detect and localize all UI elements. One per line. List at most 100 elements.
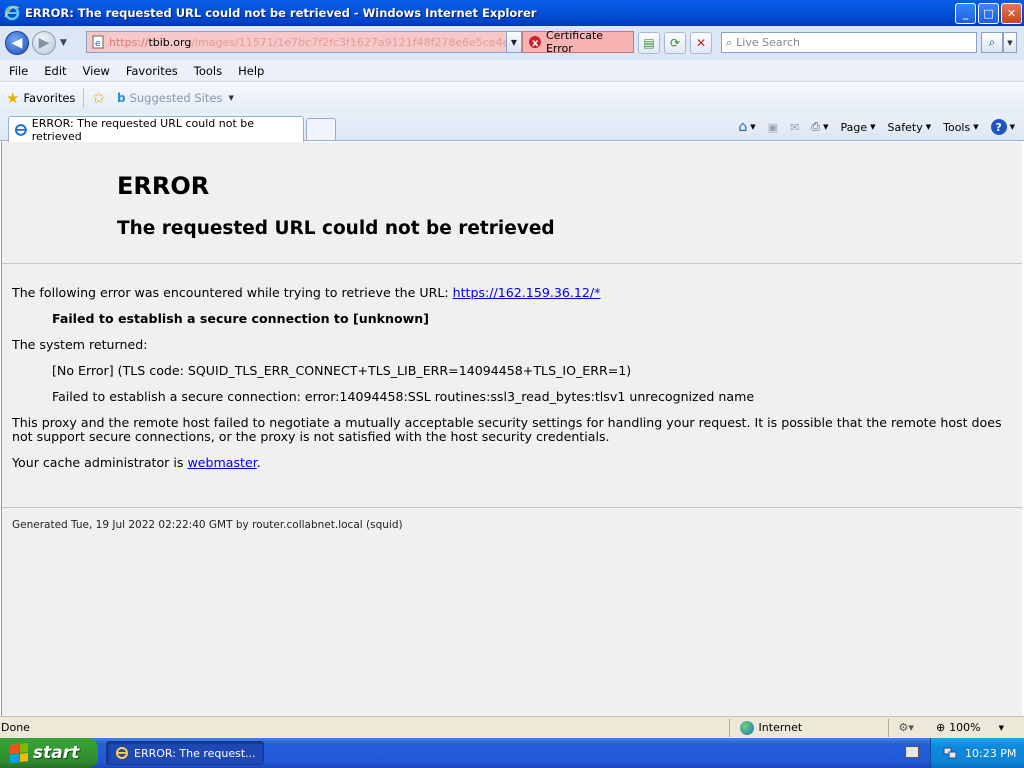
page-menu-button[interactable]: Page ▼ <box>838 121 879 134</box>
new-tab-button[interactable] <box>306 118 336 140</box>
refresh-button[interactable]: ⟳ <box>664 32 686 54</box>
tools-menu-label: Tools <box>943 120 971 134</box>
menu-view[interactable]: View <box>76 64 117 78</box>
admin-text: Your cache administrator is <box>12 455 188 470</box>
language-bar-icon[interactable] <box>905 746 919 758</box>
intro-text: The following error was encountered whil… <box>12 285 453 300</box>
help-menu-button[interactable]: ? ▼ <box>988 119 1018 135</box>
tab-title: ERROR: The requested URL could not be re… <box>31 116 255 143</box>
compatibility-icon: ▤ <box>643 36 655 50</box>
safety-menu-button[interactable]: Safety ▼ <box>885 121 935 134</box>
add-favorites-icon[interactable]: ✩ <box>92 89 105 107</box>
favorites-button[interactable]: ★ Favorites <box>6 89 75 107</box>
task-label: ERROR: The request... <box>134 746 256 760</box>
certificate-error-label: Certificate Error <box>545 29 604 55</box>
command-bar: ⌂ ▼ ▣ ✉ ⎙ ▼ Page ▼ Safety ▼ Tools ▼ ? ▼ <box>735 116 1018 138</box>
chevron-down-icon: ▼ <box>823 123 829 131</box>
search-icon: ⌕ <box>726 35 733 49</box>
minimize-button[interactable]: _ <box>955 2 976 24</box>
intro-paragraph: The following error was encountered whil… <box>12 286 1012 300</box>
clock[interactable]: 10:23 PM <box>965 747 1016 760</box>
print-button[interactable]: ⎙ ▼ <box>808 120 831 134</box>
address-toolbar: ◀ ▶ ▼ e https:// tbib.org /images/11571/… <box>0 26 1024 60</box>
stop-button[interactable]: ✕ <box>690 32 712 54</box>
svg-text:x: x <box>532 38 539 49</box>
address-bar[interactable]: e https:// tbib.org /images/11571/1e7bc7… <box>86 31 522 53</box>
refresh-icon: ⟳ <box>669 36 681 50</box>
generated-footer: Generated Tue, 19 Jul 2022 02:22:40 GMT … <box>12 519 403 531</box>
back-button[interactable]: ◀ <box>5 31 29 55</box>
failure-message: Failed to establish a secure connection … <box>52 311 430 326</box>
menu-tools[interactable]: Tools <box>187 64 229 78</box>
close-button[interactable]: ✕ <box>1001 2 1022 24</box>
chevron-down-icon: ▼ <box>1009 123 1015 131</box>
error-header: ERROR The requested URL could not be ret… <box>2 142 1022 264</box>
ie-page-icon <box>14 123 27 136</box>
protected-mode-icon[interactable]: ⚙▾ <box>899 721 914 734</box>
compatibility-view-button[interactable]: ▤ <box>638 32 660 54</box>
zoom-level: 100% <box>949 721 981 734</box>
search-options-dropdown-icon[interactable]: ▼ <box>1003 32 1017 53</box>
tools-menu-button[interactable]: Tools ▼ <box>940 121 982 134</box>
title-bar: ERROR: The requested URL could not be re… <box>0 0 1024 26</box>
taskbar-ie-window[interactable]: ERROR: The request... <box>106 741 264 765</box>
error-body: The following error was encountered whil… <box>2 264 1022 470</box>
printer-icon: ⎙ <box>811 120 821 133</box>
system-tray: 10:23 PM <box>930 738 1024 768</box>
search-placeholder: Live Search <box>736 36 800 49</box>
zoom-control[interactable]: ⊕ 100% ▼ <box>936 721 1004 734</box>
search-go-button[interactable]: ⌕ <box>981 32 1003 53</box>
suggested-sites-label: Suggested Sites <box>129 91 223 105</box>
maximize-button[interactable]: □ <box>978 2 999 24</box>
webmaster-link[interactable]: webmaster <box>187 455 256 470</box>
menu-favorites[interactable]: Favorites <box>119 64 185 78</box>
security-zone[interactable]: Internet <box>734 720 884 735</box>
status-bar: Done Internet ⚙▾ ⊕ 100% ▼ <box>0 716 1024 738</box>
favorites-star-icon: ★ <box>6 89 20 107</box>
menu-file[interactable]: File <box>2 64 35 78</box>
favorites-divider <box>83 88 85 108</box>
taskbar: start ERROR: The request... <box>0 738 1024 768</box>
search-input[interactable]: ⌕ Live Search <box>721 32 977 53</box>
feeds-button[interactable]: ▣ <box>765 121 781 134</box>
favorites-label: Favorites <box>23 91 76 105</box>
safety-menu-label: Safety <box>887 120 923 134</box>
menu-edit[interactable]: Edit <box>37 64 73 78</box>
recent-pages-dropdown-icon[interactable]: ▼ <box>60 38 67 48</box>
chevron-down-icon: ▼ <box>870 123 876 131</box>
certificate-error-button[interactable]: x Certificate Error <box>522 29 634 55</box>
requested-url-link[interactable]: https://162.159.36.12/* <box>453 285 601 300</box>
internet-explorer-icon <box>116 747 128 759</box>
admin-paragraph: Your cache administrator is webmaster. <box>12 456 1012 470</box>
menu-bar: File Edit View Favorites Tools Help <box>0 60 1024 82</box>
svg-text:e: e <box>95 39 101 49</box>
read-mail-button[interactable]: ✉ <box>787 121 802 134</box>
home-icon: ⌂ <box>738 119 748 135</box>
status-divider <box>728 718 730 737</box>
footer-divider <box>2 507 1022 508</box>
page-content: ERROR The requested URL could not be ret… <box>1 142 1022 716</box>
home-button[interactable]: ⌂ ▼ <box>735 119 758 135</box>
windows-logo-icon <box>10 743 28 763</box>
forward-button[interactable]: ▶ <box>32 31 56 55</box>
network-icon[interactable] <box>943 746 957 760</box>
address-dropdown-icon[interactable]: ▼ <box>506 31 522 53</box>
menu-help[interactable]: Help <box>231 64 271 78</box>
zone-label: Internet <box>758 721 803 734</box>
tab-active[interactable]: ERROR: The requested URL could not be re… <box>8 116 304 143</box>
help-icon: ? <box>990 119 1007 135</box>
url-scheme: https:// <box>109 35 149 49</box>
start-button[interactable]: start <box>0 738 98 768</box>
system-returned-label: The system returned: <box>12 337 148 352</box>
tls-code-text: [No Error] (TLS code: SQUID_TLS_ERR_CONN… <box>52 363 632 378</box>
favorites-bar: ★ Favorites ✩ b Suggested Sites ▼ <box>0 83 1024 113</box>
error-heading: ERROR <box>117 172 210 200</box>
rss-feed-icon: ▣ <box>767 120 779 134</box>
magnifier-icon: ⌕ <box>988 35 996 49</box>
suggested-sites-button[interactable]: b Suggested Sites ▼ <box>111 91 234 105</box>
url-host: tbib.org <box>148 35 192 49</box>
start-label: start <box>33 743 80 763</box>
page-icon: e <box>92 35 104 49</box>
bing-icon: b <box>116 91 126 105</box>
forward-arrow-icon: ▶ <box>38 35 50 51</box>
